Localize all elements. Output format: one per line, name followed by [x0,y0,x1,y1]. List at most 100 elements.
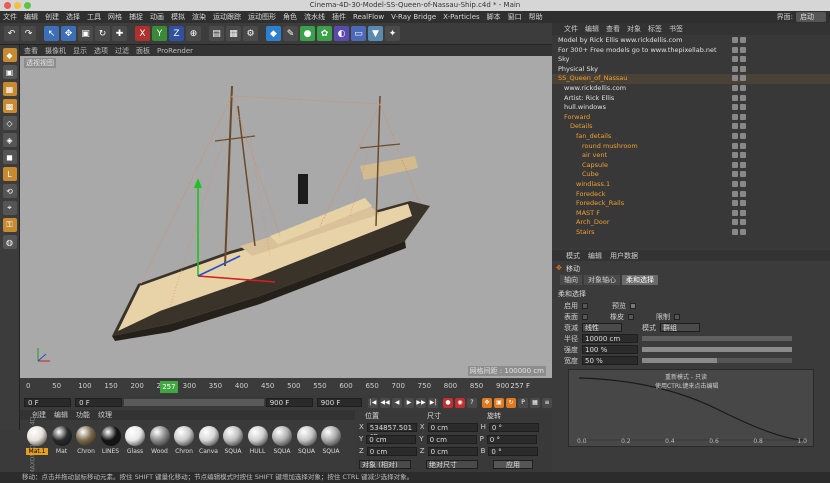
visibility-toggle-icon[interactable] [732,37,738,43]
key-rotation-icon[interactable]: ↻ [506,397,517,408]
surface-checkbox[interactable] [582,313,588,320]
preview-range-slider[interactable] [124,399,264,406]
width-field[interactable]: 50 % [582,356,638,365]
visibility-toggle-icon[interactable] [740,75,746,82]
cube-primitive-icon[interactable]: ◆ [266,26,281,41]
object-row[interactable]: SS_Queen_of_Nassau [552,74,830,84]
soft-selection-icon[interactable]: ◍ [2,235,17,249]
material-menu-function[interactable]: 功能 [76,410,90,420]
menu-x-particles[interactable]: X-Particles [443,13,479,21]
visibility-toggle-icon[interactable] [740,229,746,235]
visibility-toggle-icon[interactable] [740,56,746,63]
timeline-ruler[interactable]: 0501001502002503003504004505005506006507… [20,378,552,396]
zoom-window-button[interactable] [24,2,31,9]
edges-mode-icon[interactable]: ◈ [2,133,17,147]
key-position-icon[interactable]: ✥ [482,397,493,408]
keyframe-selection-icon[interactable]: ? [467,397,478,408]
attr-menu-mode[interactable]: 模式 [566,251,580,261]
radius-slider[interactable] [642,336,792,341]
menu-edit[interactable]: 编辑 [24,12,38,22]
max-frame-field[interactable]: 900 F [316,398,363,407]
timeline-menu-icon[interactable]: ≡ [542,397,553,408]
menu-select[interactable]: 选择 [66,12,80,22]
preview-checkbox[interactable] [630,302,636,309]
snapping-icon[interactable]: ⌖ [2,201,17,215]
visibility-toggle-icon[interactable] [732,113,738,120]
floor-icon[interactable]: ▭ [351,26,366,41]
object-row[interactable]: windlass.1 [552,180,830,190]
start-frame-field[interactable]: 0 F [24,398,72,407]
y-axis-lock-icon[interactable]: Y [152,26,167,41]
object-row[interactable]: Physical Sky [552,65,830,75]
menu-file[interactable]: 文件 [3,12,17,22]
visibility-toggle-icon[interactable] [740,123,746,130]
visibility-toggle-icon[interactable] [732,104,738,111]
menu-help[interactable]: 帮助 [529,12,543,22]
menu-window[interactable]: 窗口 [508,12,522,22]
om-menu-tags[interactable]: 标签 [648,24,662,34]
rotation-p-field[interactable]: 0 ° [486,434,537,444]
viewport-menu-prorender[interactable]: ProRender [157,47,193,55]
material-swatch[interactable]: Mat [51,426,73,455]
strength-slider[interactable] [642,347,792,352]
object-row[interactable]: fan_details [552,132,830,142]
visibility-toggle-icon[interactable] [740,219,746,226]
live-selection-icon[interactable]: ↖ [44,26,59,41]
falloff-select[interactable]: 线性 [582,323,622,332]
restrict-checkbox[interactable] [674,313,680,320]
size-x-field[interactable]: 0 cm [427,422,478,432]
autokey-icon[interactable]: ◉ [455,397,466,408]
menu-animate[interactable]: 动画 [150,12,164,22]
om-menu-edit[interactable]: 编辑 [585,24,599,34]
rotate-tool-icon[interactable]: ↻ [95,26,110,41]
key-scale-icon[interactable]: ▣ [494,397,505,408]
object-row[interactable]: Capsule [552,161,830,171]
apply-button[interactable]: 应用 [493,459,533,469]
visibility-toggle-icon[interactable] [732,65,738,72]
visibility-toggle-icon[interactable] [740,190,746,197]
recent-tools-icon[interactable]: ✚ [112,26,127,41]
object-row[interactable]: Artist: Rick Ellis [552,94,830,104]
go-to-end-icon[interactable]: ▶| [428,397,439,408]
render-view-icon[interactable]: ▤ [209,26,224,41]
visibility-toggle-icon[interactable] [732,161,738,168]
range-start-field[interactable]: 0 F [75,398,123,407]
object-row[interactable]: www.rickdellis.com [552,84,830,94]
material-menu-texture[interactable]: 纹理 [98,410,112,420]
size-y-field[interactable]: 0 cm [426,434,477,444]
array-icon[interactable]: ✿ [317,26,332,41]
menu-script[interactable]: 脚本 [487,12,501,22]
material-swatch[interactable]: SQUA [271,426,293,455]
viewport-menu-options[interactable]: 选项 [94,46,108,56]
visibility-toggle-icon[interactable] [732,133,738,139]
viewport-menu-view[interactable]: 查看 [24,46,38,56]
object-row[interactable]: Forward [552,113,830,123]
object-row[interactable]: Cube [552,170,830,180]
viewport-menu-panel[interactable]: 面板 [136,46,150,56]
coordinate-mode-select[interactable]: 对象 (相对) [359,459,411,469]
coordinate-system-icon[interactable]: ⊕ [186,26,201,41]
object-row[interactable]: Foredeck [552,190,830,200]
object-row[interactable]: Arch_Door [552,218,830,228]
viewport-menu-display[interactable]: 显示 [73,46,87,56]
workplane-icon[interactable]: ▩ [2,99,17,113]
visibility-toggle-icon[interactable] [740,113,746,120]
play-icon[interactable]: ▶ [404,397,415,408]
key-pla-icon[interactable]: ▦ [530,397,541,408]
visibility-toggle-icon[interactable] [740,171,746,178]
material-swatch[interactable]: LINES [100,426,122,455]
object-row[interactable]: air vent [552,151,830,161]
object-row[interactable]: Sky [552,55,830,65]
material-swatch[interactable]: Chron [75,426,97,455]
enable-checkbox[interactable] [582,302,588,309]
undo-icon[interactable]: ↶ [4,26,19,41]
visibility-toggle-icon[interactable] [740,161,746,168]
rotation-b-field[interactable]: 0 ° [488,446,539,456]
viewport-menu-cameras[interactable]: 摄像机 [45,46,66,56]
range-end-field[interactable]: 900 F [265,398,313,407]
menu-create[interactable]: 创建 [45,12,59,22]
object-row[interactable]: Model by Rick Ellis www.rickdellis.com [552,36,830,46]
object-row[interactable]: Details [552,122,830,132]
attr-menu-edit[interactable]: 编辑 [588,251,602,261]
redo-icon[interactable]: ↷ [21,26,36,41]
